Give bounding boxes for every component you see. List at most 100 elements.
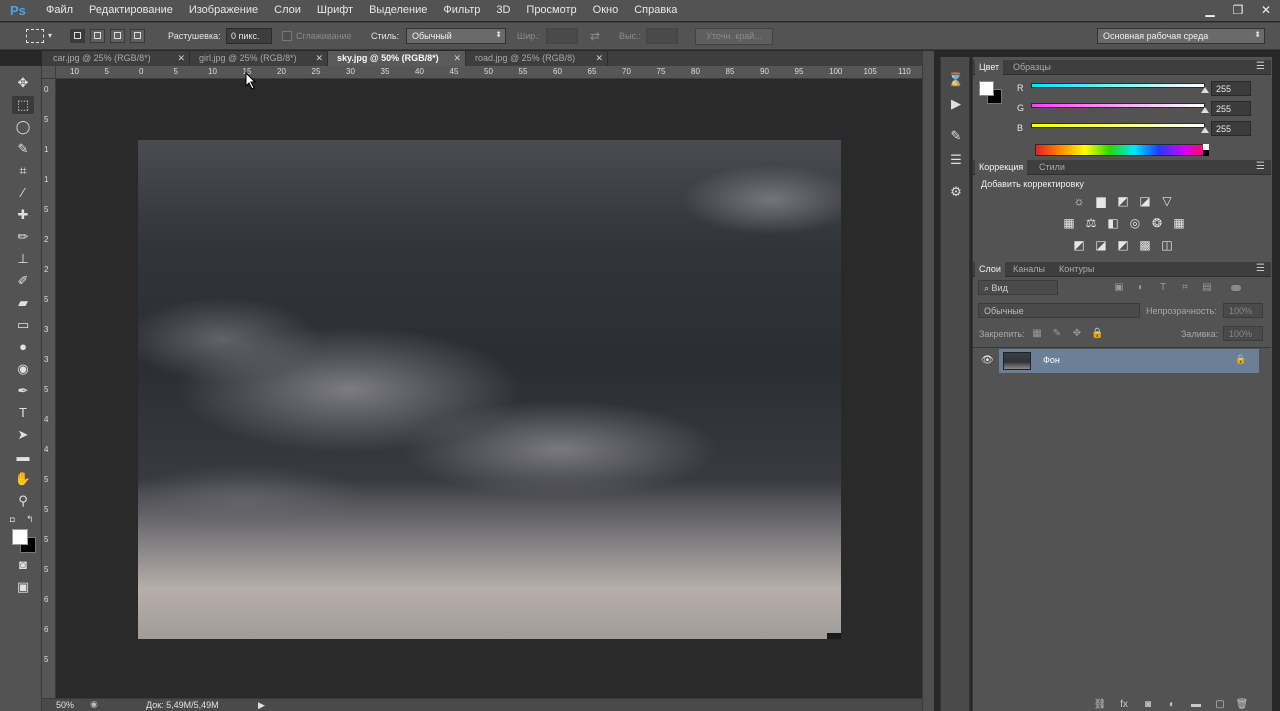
vertical-scrollbar[interactable] [922, 51, 934, 711]
tab-adjustments[interactable]: Коррекция [975, 160, 1028, 175]
filter-pixel-icon[interactable]: ▣ [1113, 282, 1125, 294]
close-button[interactable]: ✕ [1252, 0, 1280, 20]
menu-help[interactable]: Справка [626, 0, 685, 21]
filter-toggle[interactable] [1231, 285, 1241, 291]
green-slider-thumb[interactable] [1201, 107, 1209, 113]
tab-paths[interactable]: Контуры [1059, 264, 1094, 274]
vibrance-icon[interactable]: ▽ [1159, 194, 1175, 209]
menu-view[interactable]: Просмотр [518, 0, 584, 21]
menu-type[interactable]: Шрифт [309, 0, 361, 21]
lock-transparency-icon[interactable]: ▦ [1031, 328, 1043, 340]
layer-name[interactable]: Фон [1043, 355, 1060, 365]
actions-icon[interactable]: ▶ [947, 95, 965, 113]
red-slider[interactable] [1031, 83, 1205, 88]
screen-mode-icon[interactable]: ▣ [12, 578, 34, 596]
height-input[interactable] [646, 28, 678, 44]
add-selection-icon[interactable] [90, 29, 105, 43]
dodge-tool-icon[interactable]: ◉ [12, 360, 34, 378]
tab-channels[interactable]: Каналы [1013, 264, 1045, 274]
fx-icon[interactable]: fx [1117, 699, 1131, 711]
status-icon[interactable]: ◉ [90, 699, 98, 710]
tab-styles[interactable]: Стили [1039, 162, 1065, 172]
exposure-icon[interactable]: ◪ [1137, 194, 1153, 209]
lock-all-icon[interactable]: 🔒 [1091, 328, 1103, 340]
brush-settings-icon[interactable]: ☰ [947, 151, 965, 169]
restore-button[interactable]: ❐ [1224, 0, 1252, 20]
refine-edge-button[interactable]: Уточн. край... [695, 28, 773, 45]
tab-car[interactable]: car.jpg @ 25% (RGB/8*) ✕ [44, 51, 190, 66]
color-spectrum[interactable] [1035, 144, 1209, 156]
gradient-map-icon[interactable]: ◫ [1159, 238, 1175, 253]
quick-selection-tool-icon[interactable]: ✎ [12, 140, 34, 158]
posterize-icon[interactable]: ◪ [1093, 238, 1109, 253]
menu-select[interactable]: Выделение [361, 0, 435, 21]
photo-filter-icon[interactable]: ◎ [1127, 216, 1143, 231]
lock-pixels-icon[interactable]: ✎ [1051, 328, 1063, 340]
rectangle-tool-icon[interactable]: ▬ [12, 448, 34, 466]
levels-icon[interactable]: ▆ [1093, 194, 1109, 209]
horizontal-ruler[interactable]: 10 5 0 5 10 15 20 25 30 35 40 45 50 55 60 65 70 75 80 85 90 9… [56, 66, 922, 79]
new-layer-icon[interactable]: ▢ [1213, 699, 1227, 711]
new-selection-icon[interactable] [70, 29, 85, 43]
subtract-selection-icon[interactable] [110, 29, 125, 43]
clone-source-icon[interactable]: ⚙ [947, 183, 965, 201]
workspace-select[interactable]: Основная рабочая среда [1097, 28, 1265, 44]
antialias-checkbox[interactable] [282, 31, 292, 41]
style-select[interactable]: Обычный [406, 28, 506, 44]
ruler-corner[interactable] [42, 66, 56, 79]
lock-position-icon[interactable]: ✥ [1071, 328, 1083, 340]
delete-layer-icon[interactable]: 🗑 [1235, 699, 1249, 711]
tab-swatches[interactable]: Образцы [1013, 62, 1051, 72]
brush-tool-icon[interactable]: ✏ [12, 228, 34, 246]
crop-tool-icon[interactable]: ⌗ [12, 162, 34, 180]
filter-shape-icon[interactable]: ⌗ [1179, 282, 1191, 294]
move-tool-icon[interactable]: ✥ [12, 74, 34, 92]
history-brush-tool-icon[interactable]: ✐ [12, 272, 34, 290]
pen-tool-icon[interactable]: ✒ [12, 382, 34, 400]
blend-mode-select[interactable]: Обычные [978, 303, 1140, 318]
panel-menu-icon[interactable]: ☰ [1256, 263, 1265, 274]
menu-layers[interactable]: Слои [266, 0, 309, 21]
foreground-color-swatch[interactable] [12, 529, 28, 545]
menu-3d[interactable]: 3D [488, 0, 518, 21]
vertical-ruler[interactable]: 0 5 1 1 5 2 2 5 3 3 5 4 4 5 5 5 5 6 6 5 [42, 79, 56, 698]
close-icon[interactable]: ✕ [453, 51, 461, 66]
status-menu-arrow-icon[interactable]: ▶ [258, 700, 265, 711]
red-value-input[interactable]: 255 [1211, 81, 1251, 96]
red-slider-thumb[interactable] [1201, 87, 1209, 93]
feather-input[interactable]: 0 пикс. [226, 28, 272, 44]
spectrum-black[interactable] [1203, 150, 1209, 156]
close-icon[interactable]: ✕ [315, 51, 323, 66]
close-icon[interactable]: ✕ [595, 51, 603, 66]
panel-menu-icon[interactable]: ☰ [1256, 61, 1265, 72]
curves-icon[interactable]: ◩ [1115, 194, 1131, 209]
hand-tool-icon[interactable]: ✋ [12, 470, 34, 488]
close-icon[interactable]: ✕ [177, 51, 185, 66]
tab-color[interactable]: Цвет [975, 60, 1004, 75]
blue-slider[interactable] [1031, 123, 1205, 128]
canvas-area[interactable] [56, 80, 922, 698]
swap-icon[interactable]: ⇄ [590, 29, 600, 43]
black-white-icon[interactable]: ◧ [1105, 216, 1121, 231]
foreground-color-swatch[interactable] [979, 81, 994, 96]
path-selection-tool-icon[interactable]: ➤ [12, 426, 34, 444]
healing-brush-tool-icon[interactable]: ✚ [12, 206, 34, 224]
selective-color-icon[interactable]: ▩ [1137, 238, 1153, 253]
fill-input[interactable]: 100% [1223, 326, 1263, 341]
intersect-selection-icon[interactable] [130, 29, 145, 43]
tab-layers[interactable]: Слои [975, 262, 1005, 277]
green-slider[interactable] [1031, 103, 1205, 108]
clone-stamp-tool-icon[interactable]: ⊥ [12, 250, 34, 268]
new-group-icon[interactable]: ▬ [1189, 699, 1203, 711]
width-input[interactable] [546, 28, 578, 44]
menu-filter[interactable]: Фильтр [435, 0, 488, 21]
filter-adjustment-icon[interactable]: ◐ [1135, 282, 1147, 294]
hue-saturation-icon[interactable]: ▦ [1061, 216, 1077, 231]
layer-row[interactable]: 👁 Фон 🔒 [973, 349, 1259, 373]
threshold-icon[interactable]: ◩ [1115, 238, 1131, 253]
blur-tool-icon[interactable]: ● [12, 338, 34, 356]
marquee-preset-icon[interactable] [26, 29, 44, 43]
zoom-tool-icon[interactable]: ⚲ [12, 492, 34, 510]
add-mask-icon[interactable]: ◙ [1141, 699, 1155, 711]
visibility-eye-icon[interactable]: 👁 [981, 355, 994, 366]
